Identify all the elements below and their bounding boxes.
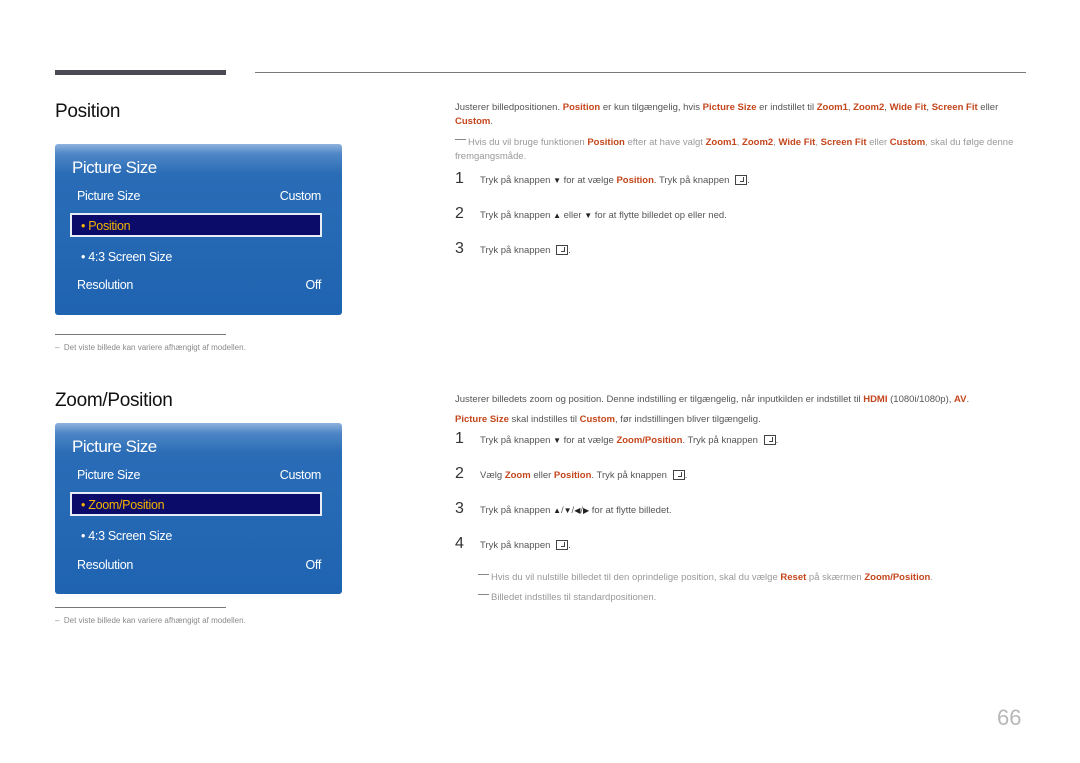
enter-icon	[763, 435, 776, 446]
enter-icon	[735, 175, 748, 186]
osd-row-label: Resolution	[77, 278, 134, 292]
down-arrow-icon: ▼	[584, 211, 593, 220]
note-dash-icon	[478, 573, 489, 575]
osd-title: Picture Size	[72, 437, 157, 456]
osd-item-position-selected[interactable]: • Position	[70, 213, 322, 237]
note-dash-icon	[455, 138, 466, 140]
footnote: – Det viste billede kan variere afhængig…	[55, 616, 246, 625]
osd-title: Picture Size	[72, 158, 157, 177]
footnote-text: Det viste billede kan variere afhængigt …	[63, 343, 246, 352]
step-number: 2	[455, 465, 464, 482]
osd-item-label: • Zoom/Position	[81, 498, 165, 512]
zoom-position-intro: Justerer billedets zoom og position. Den…	[455, 394, 970, 425]
up-arrow-icon: ▲	[553, 506, 561, 515]
osd-row-label: Picture Size	[77, 189, 141, 203]
osd-row-picture-size[interactable]: Picture Size Custom	[77, 468, 321, 482]
footnote: – Det viste billede kan variere afhængig…	[55, 343, 246, 352]
down-arrow-icon: ▼	[553, 436, 561, 445]
section-title-zoom-position: Zoom/Position	[55, 390, 173, 411]
footnote-rule	[55, 607, 226, 608]
up-arrow-icon: ▲	[553, 211, 561, 220]
osd-row-label: Resolution	[77, 558, 134, 572]
osd-row-value: Off	[305, 558, 321, 572]
header-rule-thick	[55, 70, 226, 75]
osd-item-label: • Position	[81, 219, 131, 233]
enter-icon	[556, 540, 569, 551]
osd-row-value: Custom	[279, 468, 322, 482]
enter-icon	[672, 470, 685, 481]
osd-row-value: Off	[305, 278, 321, 292]
step-number: 2	[455, 205, 464, 222]
osd-item-screen-size[interactable]: • 4:3 Screen Size	[81, 529, 172, 543]
footnote-dash-icon: –	[55, 616, 60, 625]
osd-menu-zoom-position: Picture Size Picture Size Custom • Zoom/…	[55, 423, 342, 594]
down-arrow-icon: ▼	[563, 506, 572, 515]
footnote-text: Det viste billede kan variere afhængigt …	[63, 616, 246, 625]
osd-row-label: Picture Size	[77, 468, 141, 482]
osd-row-picture-size[interactable]: Picture Size Custom	[77, 189, 321, 203]
osd-row-resolution[interactable]: Resolution Off	[77, 278, 321, 292]
zoom-note-reset: Hvis du vil nulstille billedet til den o…	[478, 571, 1028, 585]
header-rule-thin	[255, 72, 1026, 73]
footnote-rule	[55, 334, 226, 335]
left-arrow-icon: ◀	[574, 506, 581, 515]
osd-menu-position: Picture Size Picture Size Custom • Posit…	[55, 144, 342, 315]
zoom-note-default: Billedet indstilles til standardposition…	[478, 591, 1028, 605]
page-number: 66	[997, 705, 1022, 730]
position-intro: Justerer billedpositionen. Position er k…	[455, 102, 999, 127]
step-number: 1	[455, 430, 464, 447]
osd-item-screen-size[interactable]: • 4:3 Screen Size	[81, 250, 172, 264]
step-number: 4	[455, 535, 464, 552]
enter-icon	[556, 245, 569, 256]
osd-item-zoom-position-selected[interactable]: • Zoom/Position	[70, 492, 322, 516]
section-title-position: Position	[55, 101, 121, 122]
down-arrow-icon: ▼	[553, 176, 561, 185]
step-number: 3	[455, 500, 464, 517]
footnote-dash-icon: –	[55, 343, 60, 352]
position-note: Hvis du vil bruge funktionen Position ef…	[455, 137, 1014, 162]
osd-row-resolution[interactable]: Resolution Off	[77, 558, 321, 572]
step-number: 3	[455, 240, 464, 257]
osd-row-value: Custom	[279, 189, 322, 203]
step-number: 1	[455, 170, 464, 187]
note-dash-icon	[478, 593, 489, 595]
